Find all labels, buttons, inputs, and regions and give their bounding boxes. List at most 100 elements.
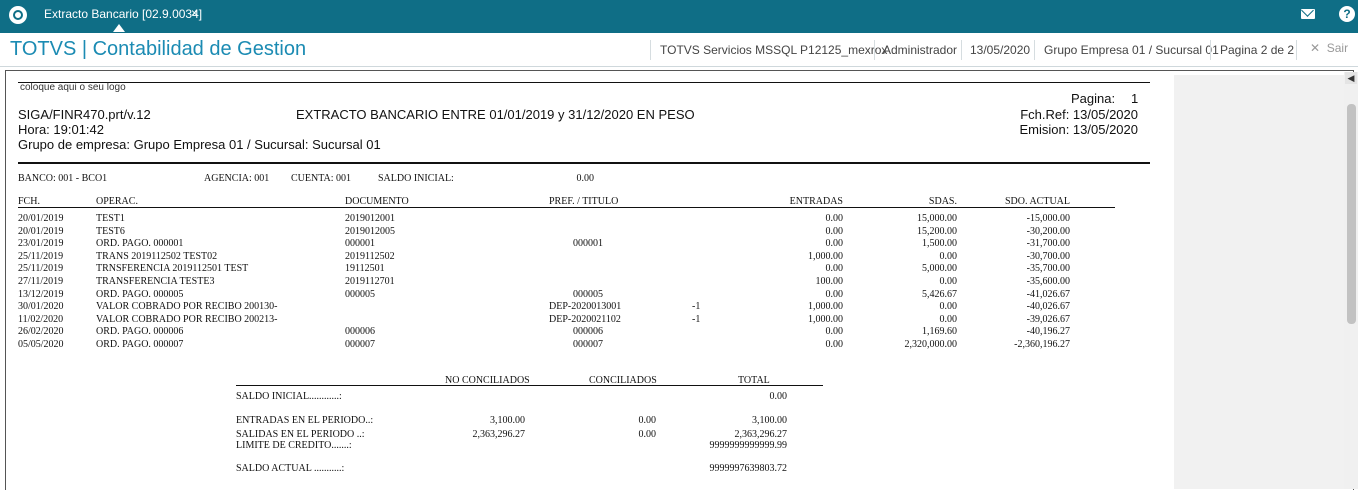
- row-cell-sdo: -41,026.67: [1026, 288, 1070, 300]
- separator: [1034, 40, 1035, 60]
- row-cell-op: ORD. PAGO. 000006: [96, 326, 184, 338]
- row-cell-ent: 0.00: [825, 263, 844, 275]
- report-title: EXTRACTO BANCARIO ENTRE 01/01/2019 y 31/…: [296, 107, 695, 122]
- row-cell-fch: 25/11/2019: [18, 250, 64, 262]
- row-cell-sdo: -15,000.00: [1026, 213, 1070, 224]
- banco: BANCO: 001 - BCO1: [18, 173, 108, 184]
- sum-saldo-inicial-label: SALDO INICIAL............:: [236, 391, 342, 402]
- row-cell-op: TRANSFERENCIA TESTE3: [96, 276, 215, 287]
- row-cell-sdas: 0.00: [939, 250, 958, 262]
- row-cell-ent: 1,000.00: [808, 250, 843, 262]
- app-header: TOTVS | Contabilidad de Gestion TOTVS Se…: [0, 33, 1358, 67]
- app-title: TOTVS | Contabilidad de Gestion: [10, 38, 307, 60]
- mail-icon[interactable]: [1301, 9, 1315, 19]
- active-tab-indicator: [113, 24, 125, 32]
- separator: [961, 40, 962, 60]
- emision: Emision: 13/05/2020: [1019, 122, 1138, 137]
- row-cell-pref: DEP-2020013001: [549, 301, 622, 313]
- separator: [650, 40, 651, 60]
- row-cell-ent: 100.00: [815, 276, 844, 287]
- hora: Hora: 19:01:42: [18, 122, 105, 137]
- row-cell-fch: 27/11/2019: [18, 276, 64, 287]
- row-cell-op: ORD. PAGO. 000005: [96, 288, 184, 300]
- sum-salidas-no-conc: 2,363,296.27: [472, 429, 526, 440]
- row-cell-pref: 000006: [573, 326, 603, 338]
- row-cell-doc: 19112501: [345, 263, 385, 275]
- row-cell-sdas: 0.00: [939, 313, 958, 325]
- row-cell-op: TRNSFERENCIA 2019112501 TEST: [96, 263, 249, 275]
- row-cell-ent: 0.00: [825, 288, 844, 300]
- row-cell-fch: 25/11/2019: [18, 263, 64, 275]
- row-cell-sdas: 5,000.00: [922, 263, 957, 275]
- row-cell-sdas: 1,500.00: [922, 238, 957, 250]
- row-cell-doc: 2019012001: [345, 213, 395, 224]
- row-cell-ent: 0.00: [825, 238, 844, 250]
- row-cell-sdas: 2,320,000.00: [904, 339, 958, 350]
- row-cell-fch: 20/01/2019: [18, 213, 64, 224]
- sum-entradas-no-conc: 3,100.00: [490, 415, 525, 426]
- agencia: AGENCIA: 001: [204, 173, 270, 184]
- page-info: Pagina 2 de 2: [1220, 43, 1295, 57]
- row-cell-doc: 000006: [345, 326, 375, 338]
- pagina-label: Pagina:: [1071, 91, 1116, 106]
- sum-limite-label: LIMITE DE CREDITO.......:: [236, 440, 352, 451]
- tab-extracto-bancario[interactable]: Extracto Bancario [02.9.0034] ×: [36, 0, 204, 33]
- saldo-inicial-label: SALDO INICIAL:: [378, 173, 454, 184]
- row-cell-op: TEST1: [96, 213, 125, 224]
- logo-icon[interactable]: [9, 6, 27, 24]
- separator: [874, 40, 875, 60]
- row-cell-pref: 000005: [573, 288, 603, 300]
- exit-label: Sair: [1326, 41, 1349, 55]
- top-bar: Extracto Bancario [02.9.0034] × ?: [0, 0, 1358, 33]
- row-cell-pref: 000007: [573, 339, 603, 350]
- row-cell-fch: 23/01/2019: [18, 238, 64, 250]
- pagina-value: 1: [1131, 91, 1139, 106]
- row-cell-fch: 05/05/2020: [18, 339, 64, 350]
- column-rule: [18, 207, 1115, 208]
- row-cell-sdo: -30,200.00: [1026, 225, 1070, 237]
- row-cell-pref: 000001: [573, 238, 603, 250]
- sum-saldo-actual-label: SALDO ACTUAL ...........:: [236, 463, 345, 474]
- row-cell-sdas: 5,426.67: [922, 288, 957, 300]
- row-cell-sdo: -39,026.67: [1026, 313, 1070, 325]
- grupo-empresa: Grupo de empresa: Grupo Empresa 01 / Suc…: [18, 137, 381, 152]
- sum-entradas-conc: 0.00: [638, 415, 657, 426]
- row-cell-sdo: -40,026.67: [1026, 301, 1070, 313]
- server-info: TOTVS Servicios MSSQL P12125_mexrox: [660, 43, 888, 57]
- row-cell-sdo: -30,700.00: [1026, 250, 1070, 262]
- summary-rule: [236, 385, 823, 386]
- sum-saldo-actual-total: 9999997639803.72: [709, 463, 788, 474]
- row-cell-sdo: -2,360,196.27: [1014, 339, 1070, 350]
- row-cell-doc: 000005: [345, 288, 375, 300]
- header-rule: [18, 162, 1150, 164]
- row-cell-sdas: 15,200.00: [917, 225, 957, 237]
- row-cell-doc: 000007: [345, 339, 375, 350]
- row-cell-sdo: -35,700.00: [1026, 263, 1070, 275]
- row-cell-doc: 2019112701: [345, 276, 395, 287]
- help-icon[interactable]: ?: [1339, 6, 1355, 22]
- row-cell-sdas: 1,169.60: [922, 326, 957, 338]
- collapse-icon[interactable]: ◀: [1345, 72, 1357, 84]
- sum-entradas-label: ENTRADAS EN EL PERIODO..:: [236, 415, 374, 426]
- row-cell-op: TEST6: [96, 225, 125, 237]
- row-cell-sdo: -31,700.00: [1026, 238, 1070, 250]
- close-icon[interactable]: ×: [191, 6, 198, 20]
- fecha-ref: Fch.Ref: 13/05/2020: [1020, 107, 1138, 122]
- sum-saldo-inicial-total: 0.00: [769, 391, 788, 402]
- tab-label: Extracto Bancario [02.9.0034]: [44, 7, 203, 21]
- row-cell-op: TRANS 2019112502 TEST02: [96, 250, 218, 262]
- separator: [1210, 40, 1211, 60]
- sum-salidas-conc: 0.00: [638, 429, 657, 440]
- row-cell-ent: 1,000.00: [808, 301, 843, 313]
- separator: [1296, 40, 1297, 60]
- row-cell-sdo: -40,196.27: [1026, 326, 1070, 338]
- company-logo: coloque aqui o seu logo: [20, 82, 126, 93]
- row-cell-doc: 2019112502: [345, 250, 395, 262]
- row-cell-op: VALOR COBRADO POR RECIBO 200130-: [96, 301, 278, 313]
- date-info: 13/05/2020: [970, 43, 1031, 57]
- row-cell-sign: -1: [692, 301, 701, 313]
- exit-button[interactable]: ✕ Sair: [1310, 41, 1348, 55]
- row-cell-fch: 30/01/2020: [18, 301, 64, 313]
- user-info: Administrador: [883, 43, 958, 57]
- scrollbar-thumb[interactable]: [1347, 104, 1356, 324]
